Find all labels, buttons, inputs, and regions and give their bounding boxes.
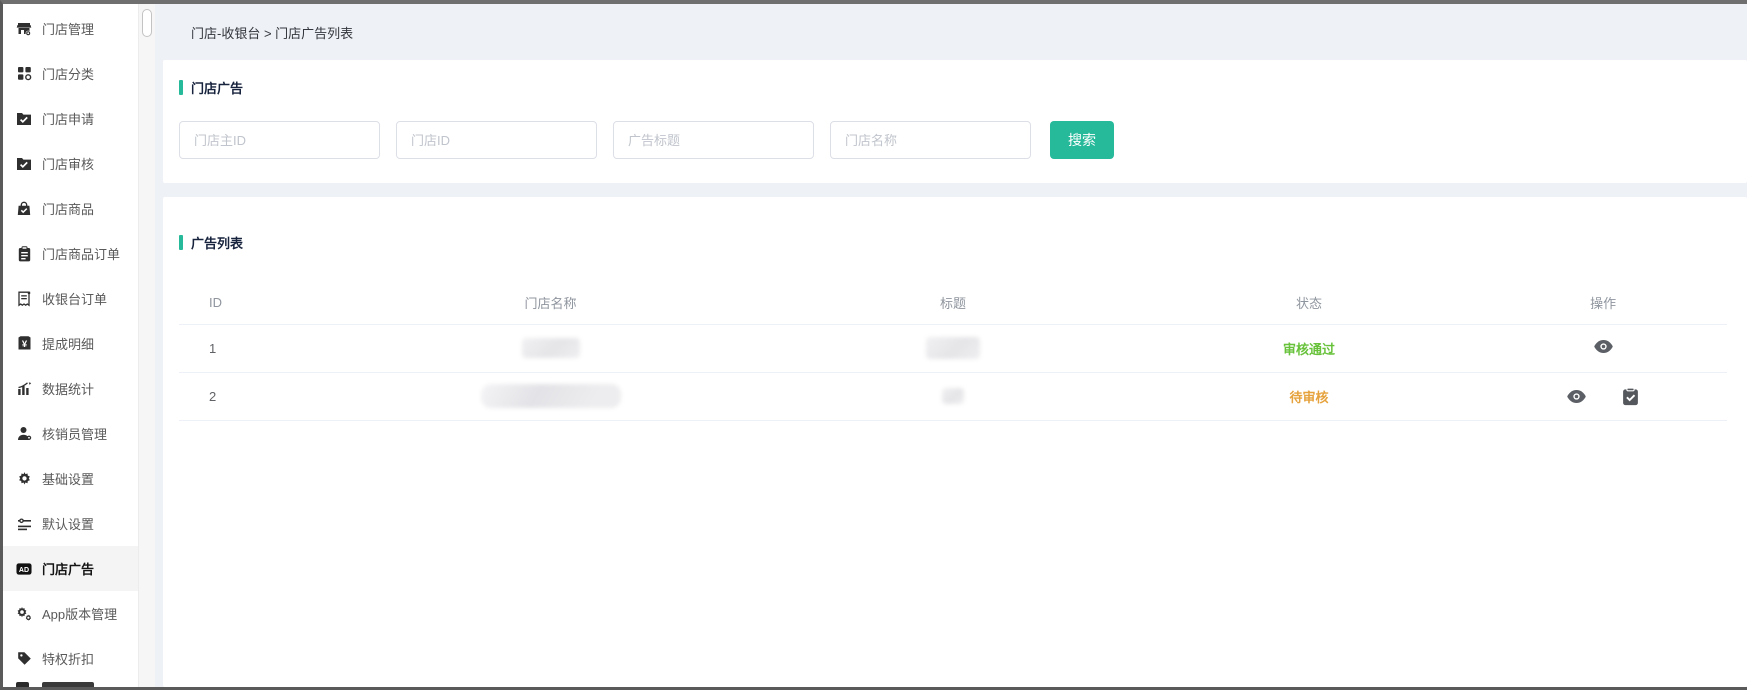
cell-actions xyxy=(1479,372,1727,420)
status-badge: 审核通过 xyxy=(1139,324,1480,372)
cell-id: 1 xyxy=(179,324,334,372)
sidebar-item-label: 基础设置 xyxy=(42,469,94,488)
sidebar-item-app-version[interactable]: App版本管理 xyxy=(3,591,138,636)
sidebar-item-store-management[interactable]: 门店管理 xyxy=(3,6,138,51)
app-window: 门店管理 门店分类 门店申请 门店审核 门店商品 门店商品订单 收银台订单 ¥ xyxy=(0,0,1747,690)
search-panel-title-text: 门店广告 xyxy=(191,78,243,97)
yen-badge-icon: ¥ xyxy=(16,336,32,352)
bar-chart-icon xyxy=(16,381,32,397)
sidebar-item-label: 门店广告 xyxy=(42,559,94,578)
search-panel: 门店广告 搜索 xyxy=(163,60,1747,183)
search-filters: 搜索 xyxy=(179,121,1727,159)
gear-icon xyxy=(16,471,32,487)
sidebar-item-store-ads[interactable]: AD 门店广告 xyxy=(3,546,138,591)
column-header-store-name: 门店名称 xyxy=(334,282,767,324)
sidebar-item-label: 门店分类 xyxy=(42,64,94,83)
sidebar-item-label: 门店管理 xyxy=(42,19,94,38)
audit-clipboard-check-icon[interactable] xyxy=(1622,387,1639,406)
ad-badge-icon: AD xyxy=(16,561,32,577)
search-panel-title: 门店广告 xyxy=(179,78,1727,97)
sidebar-item-label: App版本管理 xyxy=(42,604,117,623)
store-name-input[interactable] xyxy=(830,121,1031,159)
cell-store-name xyxy=(334,324,767,372)
redacted-ad-title xyxy=(926,337,980,359)
cell-ad-title xyxy=(767,372,1139,420)
status-badge: 待审核 xyxy=(1139,372,1480,420)
sidebar-item-label: 收银台订单 xyxy=(42,289,107,308)
column-header-actions: 操作 xyxy=(1479,282,1727,324)
scrollbar-thumb[interactable] xyxy=(142,9,152,37)
ad-list-panel: 广告列表 ID 门店名称 标题 状态 操作 1 xyxy=(163,197,1747,687)
sidebar-item-commission-details[interactable]: ¥ 数据统计 提成明细 xyxy=(3,321,138,366)
sidebar-item-label: 门店申请 xyxy=(42,109,94,128)
sidebar-item-basic-settings[interactable]: 基础设置 xyxy=(3,456,138,501)
ad-title-input[interactable] xyxy=(613,121,814,159)
sidebar-item-label: 门店商品订单 xyxy=(42,244,120,263)
panel-gap xyxy=(155,183,1747,197)
user-gear-icon xyxy=(16,426,32,442)
double-gear-icon xyxy=(16,606,32,622)
sliders-icon xyxy=(16,516,32,532)
sidebar: 门店管理 门店分类 门店申请 门店审核 门店商品 门店商品订单 收银台订单 ¥ xyxy=(3,4,138,687)
redacted-store-name xyxy=(522,338,580,358)
sidebar-item-store-category[interactable]: 门店分类 xyxy=(3,51,138,96)
cell-id: 2 xyxy=(179,372,334,420)
breadcrumb: 门店-收银台 > 门店广告列表 xyxy=(155,4,1747,60)
receipt-icon xyxy=(16,291,32,307)
sidebar-item-store-goods[interactable]: 门店商品 xyxy=(3,186,138,231)
store-icon xyxy=(16,21,32,37)
sidebar-item-label: 默认设置 xyxy=(42,514,94,533)
column-header-title: 标题 xyxy=(767,282,1139,324)
column-header-status: 状态 xyxy=(1139,282,1480,324)
main-content: 门店-收银台 > 门店广告列表 门店广告 搜索 广告列表 xyxy=(155,4,1747,687)
column-header-id: ID xyxy=(179,282,334,324)
bag-check-icon xyxy=(16,201,32,217)
svg-text:AD: AD xyxy=(19,567,29,574)
table-row: 1 审核通过 xyxy=(179,324,1727,372)
ad-list-title: 广告列表 xyxy=(179,233,1727,252)
sidebar-item-label: 特权折扣 xyxy=(42,649,94,668)
ad-table: ID 门店名称 标题 状态 操作 1 审核通过 xyxy=(179,282,1727,421)
clipboard-list-icon xyxy=(16,246,32,262)
tag-icon xyxy=(16,651,32,667)
sidebar-scrollbar[interactable] xyxy=(138,4,155,687)
view-icon[interactable] xyxy=(1567,390,1586,403)
sidebar-item-label: 门店商品 xyxy=(42,199,94,218)
search-button[interactable]: 搜索 xyxy=(1050,121,1114,159)
sidebar-item-default-settings[interactable]: 默认设置 xyxy=(3,501,138,546)
cell-store-name xyxy=(334,372,767,420)
title-accent-bar xyxy=(179,235,183,250)
title-accent-bar xyxy=(179,80,183,95)
ad-list-title-text: 广告列表 xyxy=(191,233,243,252)
folder-check-icon xyxy=(16,156,32,172)
cell-actions xyxy=(1479,324,1727,372)
clipped-label xyxy=(42,682,94,687)
sidebar-item-privilege-discount[interactable]: 特权折扣 xyxy=(3,636,138,681)
sidebar-item-verifier-management[interactable]: 核销员管理 xyxy=(3,411,138,456)
category-grid-icon xyxy=(16,66,32,82)
store-owner-id-input[interactable] xyxy=(179,121,380,159)
sidebar-item-label: 数据统计 xyxy=(42,379,94,398)
redacted-ad-title xyxy=(942,388,964,404)
table-row: 2 待审核 xyxy=(179,372,1727,420)
sidebar-item-label: 提成明细 xyxy=(42,334,94,353)
sidebar-item-partial[interactable] xyxy=(3,681,138,687)
redacted-store-name xyxy=(481,384,621,408)
table-header-row: ID 门店名称 标题 状态 操作 xyxy=(179,282,1727,324)
sidebar-item-store-audit[interactable]: 门店审核 xyxy=(3,141,138,186)
svg-text:¥: ¥ xyxy=(21,339,27,350)
clipped-icon xyxy=(16,682,29,687)
folder-check-icon xyxy=(16,111,32,127)
sidebar-item-data-statistics[interactable]: 数据统计 xyxy=(3,366,138,411)
sidebar-item-label: 门店审核 xyxy=(42,154,94,173)
cell-ad-title xyxy=(767,324,1139,372)
sidebar-item-store-goods-orders[interactable]: 门店商品订单 xyxy=(3,231,138,276)
store-id-input[interactable] xyxy=(396,121,597,159)
view-icon[interactable] xyxy=(1594,340,1613,353)
sidebar-item-store-apply[interactable]: 门店申请 xyxy=(3,96,138,141)
sidebar-item-cashier-orders[interactable]: 收银台订单 xyxy=(3,276,138,321)
sidebar-item-label: 核销员管理 xyxy=(42,424,107,443)
